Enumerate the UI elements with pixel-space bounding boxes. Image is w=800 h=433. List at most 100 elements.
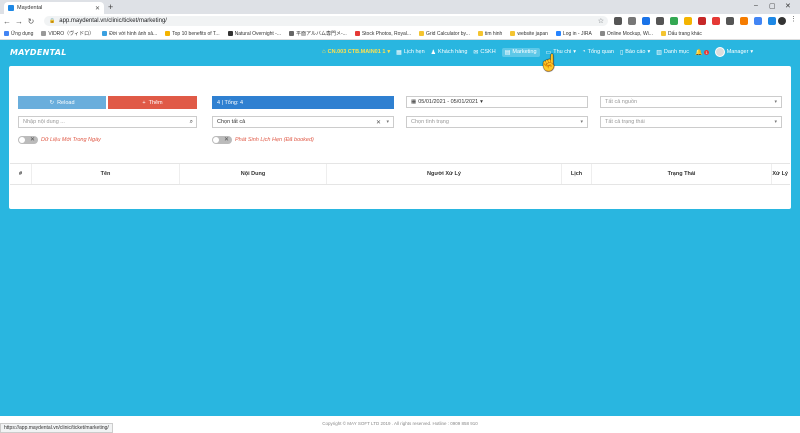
app-logo[interactable]: MAYDENTAL xyxy=(10,48,67,57)
window-close-icon[interactable]: ✕ xyxy=(785,2,791,10)
extension-icon[interactable] xyxy=(768,17,776,25)
column-header[interactable]: Xử Lý xyxy=(772,164,790,184)
bookmark-item[interactable]: Ứng dụng xyxy=(4,31,33,37)
nav-item-marketing[interactable]: ▤ Marketing xyxy=(501,47,540,57)
status-select[interactable]: Tất cả trạng thái ▾ xyxy=(600,116,782,128)
clear-icon[interactable]: ✕ xyxy=(376,119,381,126)
nav-label: Tổng quan xyxy=(587,49,614,55)
bookmark-item[interactable]: tim hinh xyxy=(477,31,502,37)
close-tab-icon[interactable]: ✕ xyxy=(95,5,100,12)
bookmark-item[interactable]: Natural Overnight -... xyxy=(227,30,282,37)
toggle-switch[interactable]: ✕ xyxy=(212,136,232,144)
back-icon[interactable]: ← xyxy=(2,17,12,26)
extension-icon[interactable] xyxy=(642,17,650,25)
main-nav: ⌂ CN.003 CTB.MAIN01 1 ▾ ▦ Lịch hẹn ♟ Khách … xyxy=(322,47,753,57)
bookmark-item[interactable]: Top 10 benefits of T... xyxy=(165,30,220,37)
profile-avatar[interactable] xyxy=(778,17,786,25)
date-range-picker[interactable]: ▦ 05/01/2021 - 05/01/2021 ▾ xyxy=(406,96,588,108)
nav-label: Lịch hẹn xyxy=(403,49,425,55)
chat-icon: ✉ xyxy=(473,49,479,56)
bookmark-icon xyxy=(41,31,47,36)
marketing-icon: ▤ xyxy=(504,49,511,56)
bookmark-item[interactable]: website japan xyxy=(510,31,548,37)
nav-label: Khách hàng xyxy=(438,49,468,55)
nav-item-báo-cáo[interactable]: ▯ Báo cáo ▾ xyxy=(620,49,650,56)
extension-icon[interactable] xyxy=(712,17,720,25)
reload-label: Reload xyxy=(57,99,75,106)
toggle-today-data[interactable]: ✕ Dữ Liệu Mới Trong Ngày xyxy=(18,136,101,144)
column-header[interactable]: Người Xử Lý xyxy=(327,164,562,184)
column-header[interactable]: Lịch xyxy=(562,164,592,184)
reload-button[interactable]: ↻ Reload xyxy=(18,96,106,109)
bookmark-item[interactable]: 平面アルバム専門メ-... xyxy=(289,30,347,37)
user-name: Manager xyxy=(726,49,749,55)
lock-icon: 🔒 xyxy=(49,18,56,24)
bookmark-item[interactable]: Dấu trang khác xyxy=(660,31,702,37)
toggle-switch[interactable]: ✕ xyxy=(18,136,38,144)
bookmark-item[interactable]: VIDRO（ヴィドロ） xyxy=(41,30,94,37)
bookmark-label: Top 10 benefits of T... xyxy=(172,30,220,37)
column-header[interactable]: Tên xyxy=(32,164,180,184)
refresh-icon[interactable]: ↻ xyxy=(26,17,36,26)
extension-icon[interactable] xyxy=(684,17,692,25)
bookmark-icon xyxy=(510,31,516,36)
nav-item-khách-hàng[interactable]: ♟ Khách hàng xyxy=(431,49,468,56)
notification-button[interactable]: 🔔 1 xyxy=(695,49,709,56)
menu-icon[interactable]: ⋮ xyxy=(790,15,798,23)
calendar-icon: ▦ xyxy=(396,49,402,56)
extension-icon[interactable] xyxy=(698,17,706,25)
column-header[interactable]: Trạng Thái xyxy=(592,164,772,184)
extension-icon[interactable] xyxy=(628,17,636,25)
status-placeholder: Tất cả trạng thái xyxy=(605,119,645,125)
copyright-text: Copyright © MAY SOFT LTD 2019 . All righ… xyxy=(322,421,478,426)
browser-tab[interactable]: Maydental ✕ xyxy=(4,2,104,14)
extension-icon[interactable] xyxy=(740,17,748,25)
bookmark-icon xyxy=(599,31,605,36)
bookmark-label: Log in - JIRA xyxy=(562,30,592,37)
user-icon: ♟ xyxy=(430,49,437,56)
condition-placeholder: Chọn tình trạng xyxy=(411,119,449,125)
multi-select[interactable]: Chọn tất cả ✕ ▾ xyxy=(212,116,394,128)
bookmark-item[interactable]: Online Mockup, Wi... xyxy=(599,30,653,37)
nav-item-lịch-hẹn[interactable]: ▦ Lịch hẹn xyxy=(396,49,424,56)
bookmark-item[interactable]: Grid Calculator by... xyxy=(419,31,470,37)
search-icon[interactable]: ⌕ xyxy=(190,119,193,126)
extension-icon[interactable] xyxy=(670,17,678,25)
nav-item-cskh[interactable]: ✉ CSKH xyxy=(473,49,495,56)
address-bar[interactable]: 🔒 app.maydental.vn/clinic/ticket/marketi… xyxy=(44,16,608,26)
extension-icon[interactable] xyxy=(656,17,664,25)
nav-label: Marketing xyxy=(512,49,537,55)
catalog-icon: ▥ xyxy=(656,49,662,56)
chevron-down-icon: ▾ xyxy=(480,99,483,105)
bookmark-label: Online Mockup, Wi... xyxy=(606,30,653,37)
bookmark-icon xyxy=(354,31,360,36)
extension-icon[interactable] xyxy=(726,17,734,25)
search-input[interactable]: Nhập nội dung ... ⌕ xyxy=(18,116,197,128)
extension-icon[interactable] xyxy=(754,17,762,25)
forward-icon[interactable]: → xyxy=(14,17,24,26)
select-all-value: Chọn tất cả xyxy=(217,119,246,125)
new-tab-icon[interactable]: + xyxy=(108,2,113,12)
user-menu[interactable]: Manager ▾ xyxy=(714,47,754,57)
minimize-icon[interactable]: – xyxy=(754,2,758,9)
bookmark-item[interactable]: Stock Photos, Royal... xyxy=(354,31,411,37)
bookmark-item[interactable]: Đời với hình ảnh sả... xyxy=(102,31,157,37)
chevron-down-icon: ▾ xyxy=(750,49,754,55)
column-header[interactable]: # xyxy=(10,164,32,184)
maximize-icon[interactable]: ▢ xyxy=(769,2,776,10)
nav-item-tổng-quan[interactable]: ◔ Tổng quan xyxy=(582,49,614,55)
bookmark-label: Natural Overnight -... xyxy=(234,30,282,37)
add-button[interactable]: + Thêm xyxy=(108,96,197,109)
nav-item-danh-mục[interactable]: ▥ Danh mục xyxy=(656,49,689,56)
toggle-booked[interactable]: ✕ Phát Sinh Lịch Hẹn (Đã booked) xyxy=(212,136,314,144)
nav-label: Danh mục xyxy=(663,49,689,55)
column-header[interactable]: Nội Dung xyxy=(180,164,327,184)
extension-icon[interactable] xyxy=(614,17,622,25)
branch-selector[interactable]: ⌂ CN.003 CTB.MAIN01 1 ▾ xyxy=(322,49,390,55)
bookmark-star-icon[interactable]: ☆ xyxy=(598,17,604,25)
source-select[interactable]: Tất cả nguồn ▾ xyxy=(600,96,782,108)
bookmark-icon xyxy=(419,31,425,36)
condition-select[interactable]: Chọn tình trạng ▾ xyxy=(406,116,588,128)
favicon-icon xyxy=(8,5,14,11)
bookmark-item[interactable]: Log in - JIRA xyxy=(555,30,592,37)
